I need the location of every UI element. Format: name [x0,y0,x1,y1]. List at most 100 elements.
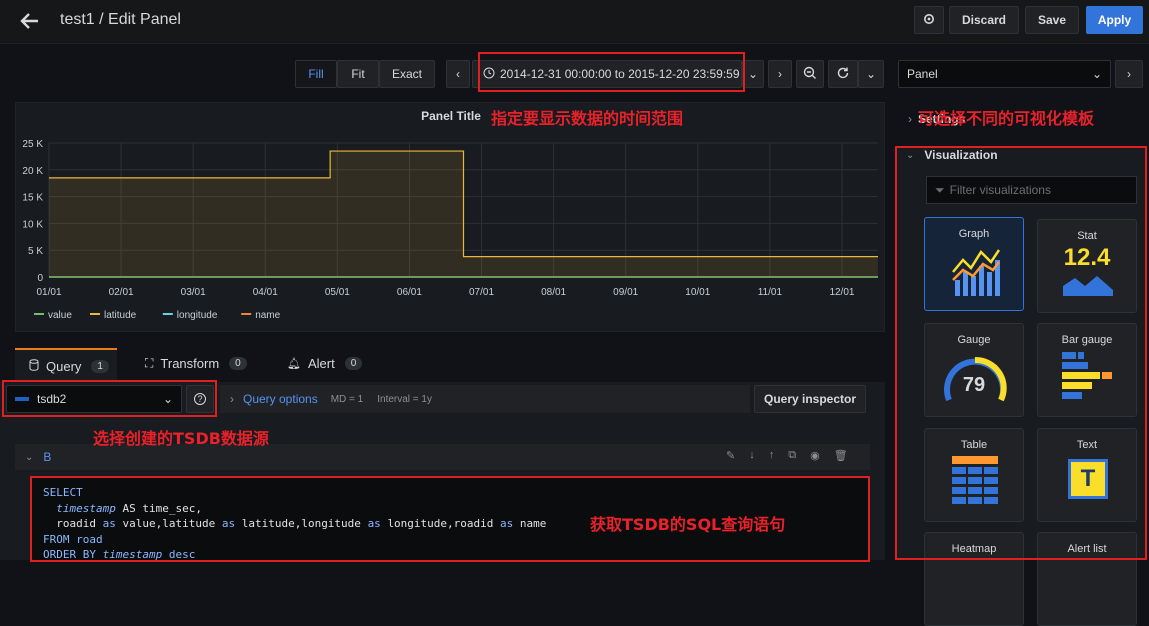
viz-card-alert-list[interactable]: Alert list [1037,532,1137,626]
chevron-down-icon: ⌄ [747,67,759,81]
viz-card-text[interactable]: Text T [1037,428,1137,522]
settings-gear-button[interactable] [914,6,944,34]
time-back-button[interactable]: ‹ [446,60,470,88]
move-up-icon[interactable]: ↑ [769,449,775,462]
sql-token: ORDER BY [43,548,96,561]
datasource-name: tsdb2 [37,392,67,406]
tab-alert[interactable]: 🔔︎ Alert 0 [287,356,363,371]
viz-filter-input[interactable]: ⏷ Filter visualizations [926,176,1137,204]
time-range-label: 2014-12-31 00:00:00 to 2015-12-20 23:59:… [500,67,740,81]
chevron-right-icon: › [778,67,782,81]
y-tick-label: 0 [37,273,43,284]
viz-card-label: Graph [958,228,990,240]
legend-item-value: value [48,310,72,321]
apply-button[interactable]: Apply [1086,6,1143,34]
panel-select-label: Panel [907,67,938,81]
transform-icon: ⛶ [145,356,154,370]
table-viz-icon [952,456,998,504]
sql-token: as [221,517,236,530]
y-tick-label: 20 K [22,166,43,177]
fill-button[interactable]: Fill [295,60,337,88]
annotation-datasource: 选择创建的TSDB数据源 [93,429,269,448]
filter-placeholder: Filter visualizations [949,183,1051,197]
query-options-label: Query options [243,392,318,406]
datasource-help-button[interactable]: ? [186,385,214,413]
viz-card-heatmap[interactable]: Heatmap [924,532,1024,626]
chevron-right-icon: › [230,392,234,406]
query-options-bar[interactable]: › Query options MD = 1 Interval = 1y [220,385,750,413]
viz-card-label: Table [960,439,988,451]
x-tick-label: 12/01 [829,287,854,298]
tab-transform[interactable]: ⛶ Transform 0 [145,356,247,371]
duplicate-icon[interactable]: ⧉ [788,449,796,462]
viz-card-label: Heatmap [951,543,997,555]
sql-token: as [102,517,116,530]
exact-button[interactable]: Exact [379,60,435,88]
refresh-button[interactable] [828,60,858,88]
chevron-down-icon: ⌄ [865,67,877,81]
gear-icon [922,12,936,29]
refresh-icon [836,66,850,83]
trash-icon[interactable]: 🗑︎ [834,449,848,462]
text-viz-glyph: T [1080,465,1096,492]
x-tick-label: 10/01 [685,287,710,298]
x-tick-label: 03/01 [181,287,206,298]
discard-button[interactable]: Discard [949,6,1019,34]
viz-card-label: Stat [1077,230,1097,242]
text-viz-icon: T [1068,459,1108,499]
chart-title: Panel Title [421,109,481,123]
fit-button[interactable]: Fit [337,60,379,88]
viz-card-label: Text [1076,439,1098,451]
query-inspector-button[interactable]: Query inspector [754,385,866,413]
eye-icon[interactable]: ◉ [810,449,820,462]
zoom-out-button[interactable] [796,60,824,88]
chevron-down-icon: ⌄ [162,392,173,406]
sql-token: longitude,roadid [387,517,494,530]
save-button[interactable]: Save [1025,6,1079,34]
sql-token: AS time_sec, [122,501,202,515]
sql-line-5: ORDER BY timestamp desc [43,547,868,563]
legend-item-longitude: longitude [177,310,218,321]
chevron-down-icon: ⌄ [1091,67,1102,81]
back-arrow-icon[interactable] [18,9,42,33]
top-header: test1 / Edit Panel Discard Save Apply [0,0,1149,44]
x-tick-label: 06/01 [397,287,422,298]
chart-panel: Panel Title 0 5 K 10 K 15 K 20 K 25 K 01/01 02/0… [15,102,885,332]
edit-pencil-icon[interactable]: ✎ [726,449,735,462]
refresh-interval-dropdown[interactable]: ⌄ [858,60,884,88]
viz-card-stat[interactable]: Stat 12.4 [1037,219,1137,313]
viz-card-graph[interactable]: Graph [924,217,1024,311]
time-range-dropdown-button[interactable]: ⌄ [742,60,764,88]
sql-select-keyword: SELECT [43,486,83,499]
tab-query[interactable]: Query 1 [15,348,117,382]
y-tick-label: 15 K [22,193,43,204]
x-tick-label: 01/01 [36,287,61,298]
filter-icon: ⏷ [935,182,945,197]
chevron-right-icon: › [908,112,912,126]
time-forward-button[interactable]: › [768,60,792,88]
legend-item-name: name [255,310,280,321]
viz-card-gauge[interactable]: Gauge 79 [924,323,1024,417]
annotation-sql: 获取TSDB的SQL查询语句 [590,515,786,534]
panel-select[interactable]: Panel ⌄ [898,60,1111,88]
viz-card-table[interactable]: Table [924,428,1024,522]
sql-token: timestamp [56,501,116,515]
x-tick-label: 08/01 [541,287,566,298]
datasource-picker[interactable]: tsdb2 ⌄ [6,385,182,413]
time-range-picker[interactable]: 2014-12-31 00:00:00 to 2015-12-20 23:59:… [472,60,742,88]
chart-svg: Panel Title 0 5 K 10 K 15 K 20 K 25 K 01/01 02/0… [22,109,878,321]
query-count-badge: 1 [91,359,109,373]
gauge-viz-value: 79 [962,374,986,396]
move-down-icon[interactable]: ↓ [749,449,755,462]
sql-token: desc [168,548,196,561]
chevron-right-icon: › [1127,67,1131,81]
viz-card-bar-gauge[interactable]: Bar gauge [1037,323,1137,417]
database-icon [29,358,39,374]
annotation-viz: 可选择不同的可视化模板 [918,109,1095,128]
graph-viz-icon [952,249,1001,296]
zoom-out-icon [803,66,817,83]
viz-card-label: Alert list [1067,543,1107,555]
tab-alert-label: Alert [307,356,335,371]
viz-section-header[interactable]: ⌄ Visualization [906,148,998,162]
panel-options-toggle[interactable]: › [1115,60,1143,88]
